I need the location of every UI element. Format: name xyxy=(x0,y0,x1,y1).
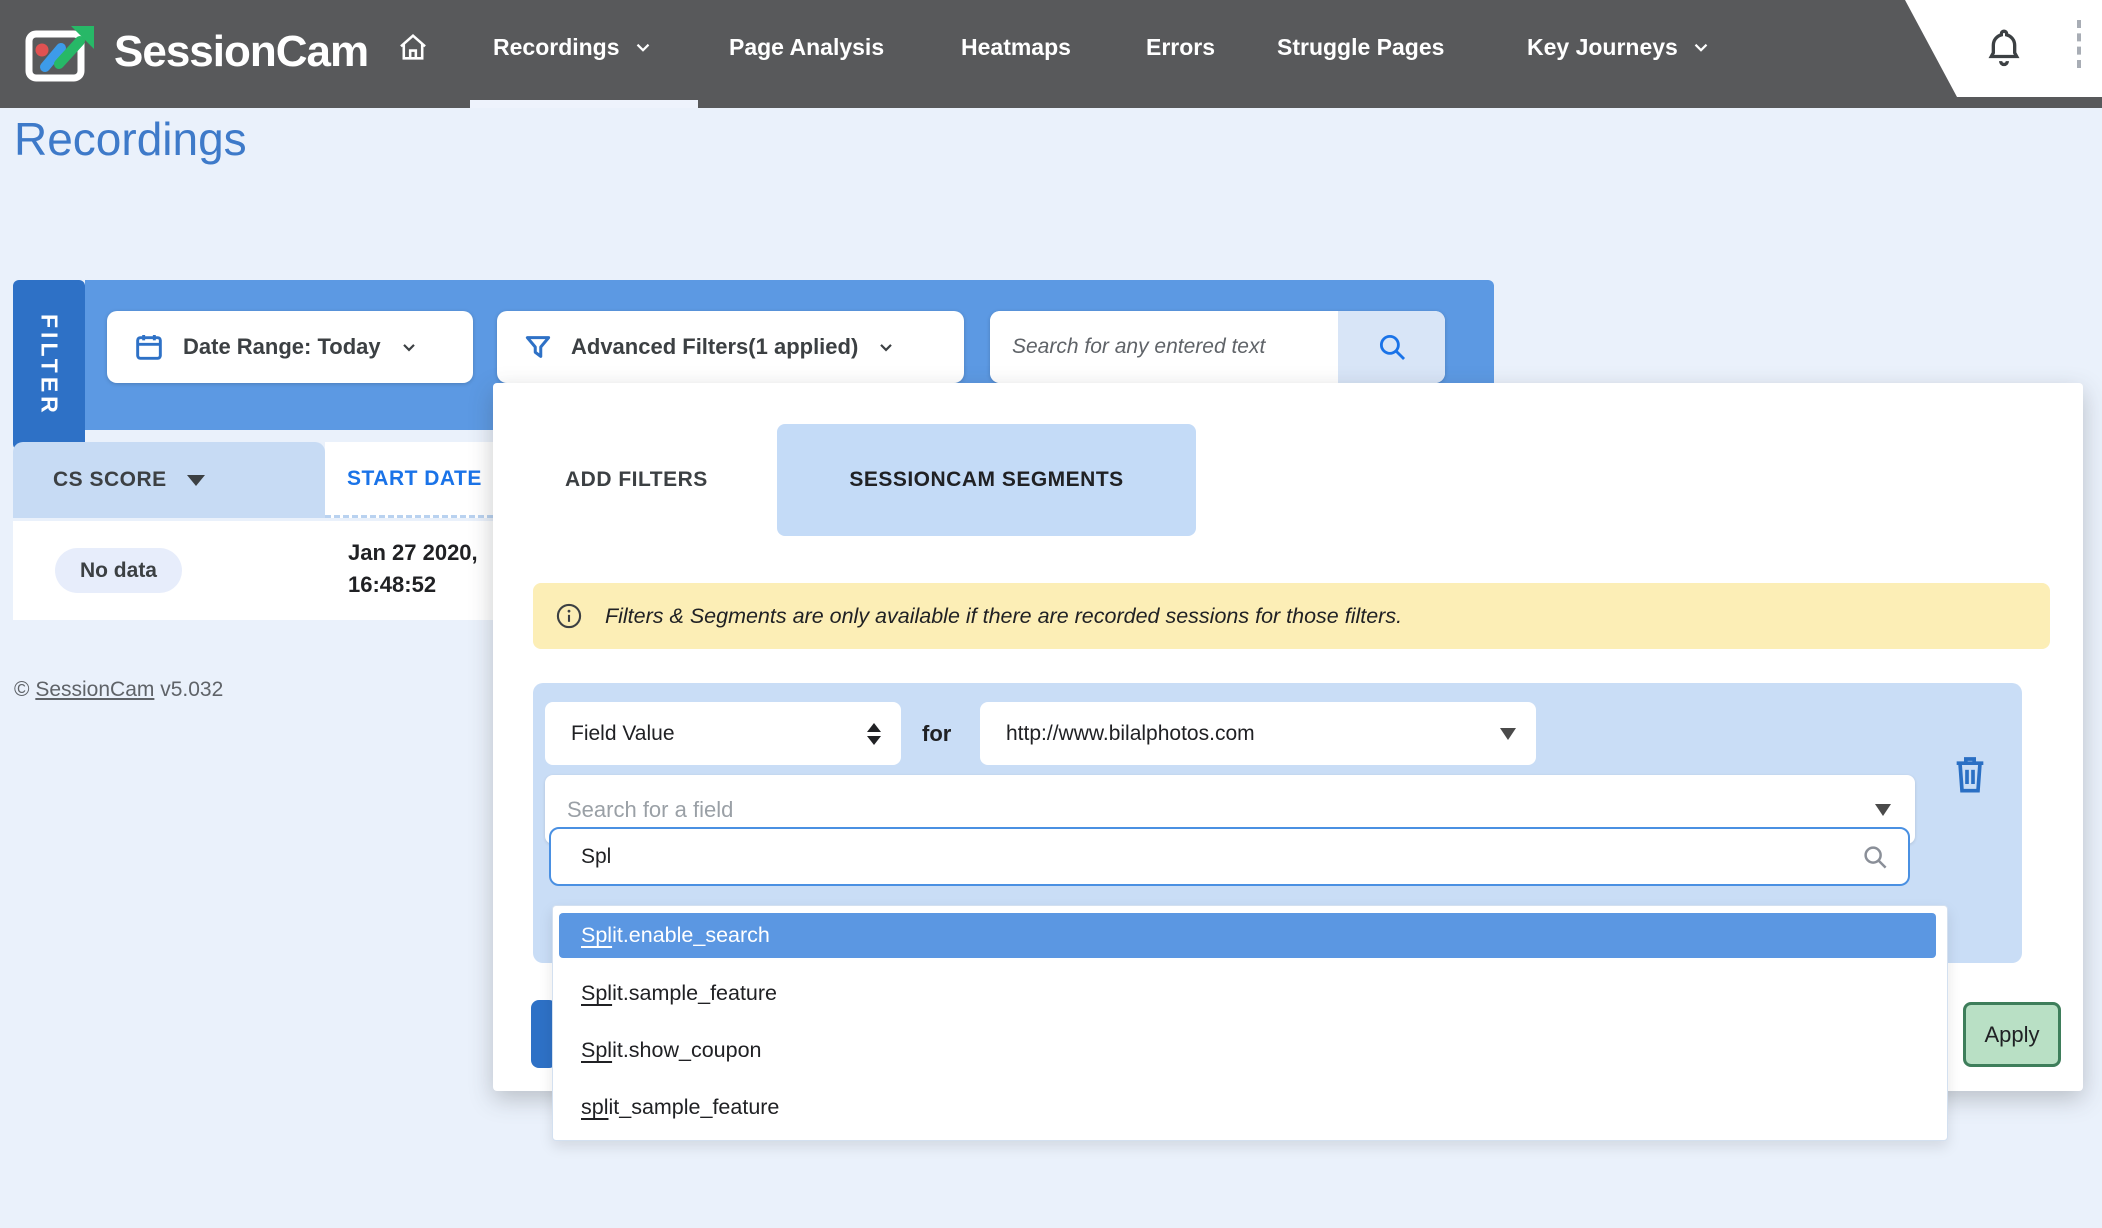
filter-side-tab[interactable]: FILTER xyxy=(13,280,85,450)
chevron-down-icon xyxy=(876,337,896,357)
sessioncam-logo-icon xyxy=(24,20,98,84)
search-button[interactable] xyxy=(1338,311,1445,383)
footer-brand-link[interactable]: SessionCam xyxy=(35,678,154,701)
select-arrows-icon xyxy=(867,723,881,745)
funnel-icon xyxy=(523,332,553,362)
warning-banner: Filters & Segments are only available if… xyxy=(533,583,2050,649)
text-search-input[interactable] xyxy=(990,311,1338,383)
delete-filter-button[interactable] xyxy=(1950,752,1990,799)
brand-name: SessionCam xyxy=(114,27,368,77)
calendar-icon xyxy=(133,331,165,363)
home-icon[interactable] xyxy=(396,0,430,94)
nav-item-heatmaps[interactable]: Heatmaps xyxy=(961,0,1071,94)
warning-text: Filters & Segments are only available if… xyxy=(605,604,1402,629)
text-search-box xyxy=(990,311,1445,383)
field-suggestion-list: Split.enable_search Split.sample_feature… xyxy=(552,905,1948,1141)
search-icon xyxy=(1375,330,1409,364)
advanced-filters-button[interactable]: Advanced Filters(1 applied) xyxy=(497,311,964,383)
footer-version: © SessionCam v5.032 xyxy=(14,678,223,702)
suggestion-item[interactable]: Split.show_coupon xyxy=(559,1028,1936,1073)
trash-icon xyxy=(1950,752,1990,796)
active-tab-indicator xyxy=(470,100,698,108)
chevron-down-icon xyxy=(399,337,419,357)
site-select[interactable]: http://www.bilalphotos.com xyxy=(980,702,1536,765)
tab-add-filters[interactable]: ADD FILTERS xyxy=(565,455,708,505)
nav-item-errors[interactable]: Errors xyxy=(1146,0,1215,94)
tab-sessioncam-segments[interactable]: SESSIONCAM SEGMENTS xyxy=(777,424,1196,536)
dropdown-arrow-icon xyxy=(1875,804,1891,816)
chevron-down-icon xyxy=(632,36,654,58)
column-header-cs-score[interactable]: CS SCORE xyxy=(13,442,325,518)
apply-button[interactable]: Apply xyxy=(1963,1002,2061,1067)
sort-desc-icon xyxy=(187,475,205,486)
field-query-box xyxy=(549,827,1910,886)
top-navbar: SessionCam Recordings Page Analysis Heat… xyxy=(0,0,2102,108)
nav-item-struggle-pages[interactable]: Struggle Pages xyxy=(1277,0,1444,94)
page-title: Recordings xyxy=(14,112,247,166)
chevron-down-icon xyxy=(1690,36,1712,58)
field-search-placeholder: Search for a field xyxy=(567,797,733,823)
start-date-cell: Jan 27 2020, 16:48:52 xyxy=(348,537,478,601)
field-query-input[interactable] xyxy=(551,844,1860,870)
for-label: for xyxy=(922,702,951,765)
nav-item-recordings[interactable]: Recordings xyxy=(493,0,654,94)
dropdown-arrow-icon xyxy=(1500,728,1516,740)
nav-item-key-journeys[interactable]: Key Journeys xyxy=(1527,0,1712,94)
search-icon xyxy=(1860,842,1890,872)
dashed-divider-icon xyxy=(2077,20,2081,68)
info-icon xyxy=(555,602,583,630)
bell-icon[interactable] xyxy=(1984,24,2024,75)
brand[interactable]: SessionCam xyxy=(24,20,368,84)
table-row[interactable]: No data Jan 27 2020, 16:48:52 xyxy=(13,521,493,620)
column-header-start-date[interactable]: START DATE xyxy=(325,442,493,518)
app-screen: SessionCam Recordings Page Analysis Heat… xyxy=(0,0,2102,1228)
date-range-button[interactable]: Date Range: Today xyxy=(107,311,473,383)
cs-score-badge: No data xyxy=(55,548,182,593)
nav-item-page-analysis[interactable]: Page Analysis xyxy=(729,0,884,94)
suggestion-item[interactable]: Split.sample_feature xyxy=(559,971,1936,1016)
field-type-select[interactable]: Field Value xyxy=(545,702,901,765)
suggestion-item[interactable]: split_sample_feature xyxy=(559,1085,1936,1130)
suggestion-item[interactable]: Split.enable_search xyxy=(559,913,1936,958)
